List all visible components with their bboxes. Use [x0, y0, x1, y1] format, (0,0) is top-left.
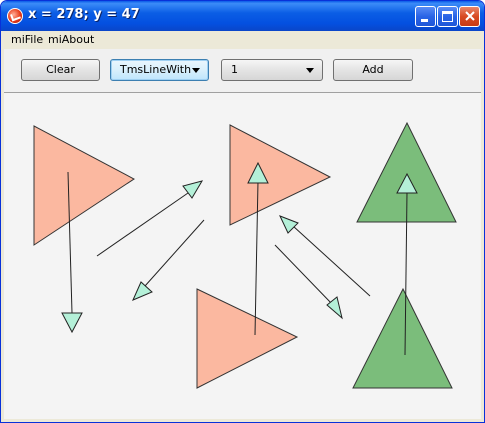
canvas-drawing: [33, 121, 457, 389]
count-select-value: 1: [231, 63, 238, 76]
triangle-shape[interactable]: [229, 124, 332, 226]
minimize-button[interactable]: [415, 6, 436, 27]
add-button[interactable]: Add: [333, 59, 413, 81]
triangle-shape[interactable]: [196, 288, 299, 389]
tool-select-value: TmsLineWith: [120, 63, 192, 76]
window-title: x = 278; y = 47: [28, 7, 140, 22]
arrow-line[interactable]: [292, 225, 371, 297]
drawing-canvas[interactable]: [4, 93, 481, 419]
minimize-icon: [421, 19, 428, 22]
menu-bar: miFile miAbout: [4, 31, 481, 49]
chevron-down-icon: [192, 68, 200, 73]
close-icon: [465, 11, 475, 21]
close-button[interactable]: [459, 6, 480, 27]
arrow-head: [326, 296, 343, 320]
toolbar: Clear TmsLineWith 1 Add: [4, 49, 481, 93]
arrow-line[interactable]: [96, 192, 189, 257]
menu-item-about[interactable]: miAbout: [48, 33, 94, 46]
arrow-head: [61, 312, 83, 334]
menu-item-file[interactable]: miFile: [11, 33, 43, 46]
maximize-button[interactable]: [437, 6, 458, 27]
arrow-head: [279, 215, 299, 234]
app-window: x = 278; y = 47 miFile miAbout Clear Tms…: [0, 0, 485, 423]
maximize-icon: [442, 11, 453, 22]
bottom-border: [4, 419, 481, 422]
tool-select[interactable]: TmsLineWith: [110, 59, 209, 81]
arrow-head: [132, 281, 153, 301]
triangle-shape[interactable]: [33, 125, 135, 246]
app-icon[interactable]: [7, 8, 23, 24]
title-bar[interactable]: x = 278; y = 47: [1, 1, 484, 31]
arrow-line[interactable]: [144, 219, 205, 287]
arrow-head: [182, 180, 204, 199]
triangle-shape[interactable]: [352, 287, 453, 389]
count-select[interactable]: 1: [221, 59, 323, 81]
clear-button[interactable]: Clear: [21, 59, 100, 81]
chevron-down-icon: [306, 68, 314, 73]
